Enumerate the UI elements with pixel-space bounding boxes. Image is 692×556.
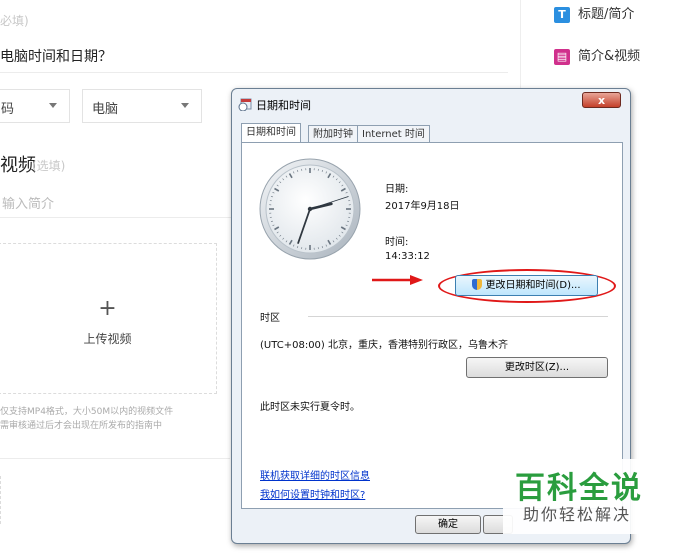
timezone-value: (UTC+08:00) 北京，重庆，香港特别行政区，乌鲁木齐 <box>260 340 509 351</box>
nav-item-label: 标题/简介 <box>578 7 635 22</box>
required-hint: 必填) <box>0 14 29 28</box>
analog-clock-icon <box>259 158 361 260</box>
date-value: 2017年9月18日 <box>385 201 460 212</box>
divider <box>0 72 508 73</box>
upload-note-1: 仅支持MP4格式，大小50M以内的视频文件 <box>0 407 174 417</box>
upload-note-2: 需审核通过后才会出现在所发布的指南中 <box>0 421 163 431</box>
tab-internet-time[interactable]: Internet 时间 <box>357 125 430 143</box>
nav-item-video[interactable]: ▤ 简介&视频 <box>554 48 684 66</box>
clock-calendar-icon <box>238 96 252 112</box>
how-to-set-link[interactable]: 我如何设置时钟和时区? <box>260 486 365 501</box>
divider <box>0 458 230 459</box>
plus-icon: + <box>98 296 117 321</box>
select-device-value: 电脑 <box>92 102 119 117</box>
timezone-header: 时区 <box>260 313 280 324</box>
title-icon: T <box>554 7 570 23</box>
divider <box>0 476 3 524</box>
tab-additional-clocks[interactable]: 附加时钟 <box>308 125 358 143</box>
nav-item-label: 简介&视频 <box>578 49 641 64</box>
upload-label: 上传视频 <box>83 332 132 346</box>
time-value: 14:33:12 <box>385 251 430 262</box>
video-intro-input[interactable]: 输入简介 <box>2 193 54 212</box>
select-brand[interactable]: 码 <box>0 89 70 123</box>
change-timezone-button[interactable]: 更改时区(Z)... <box>466 357 608 378</box>
select-device[interactable]: 电脑 <box>82 89 202 123</box>
close-button[interactable]: x <box>582 92 621 108</box>
video-section-title: 视频 <box>0 155 36 176</box>
arrow-right-icon <box>372 275 423 285</box>
change-datetime-label: 更改日期和时间(D)... <box>485 280 581 291</box>
upload-video-area[interactable]: + 上传视频 <box>0 243 217 394</box>
date-label: 日期: <box>385 184 409 195</box>
nav-item-title[interactable]: T 标题/简介 <box>554 6 684 24</box>
ok-button[interactable]: 确定 <box>415 515 481 534</box>
video-optional-hint: (选填) <box>32 159 66 173</box>
select-brand-value: 码 <box>1 102 15 117</box>
timezone-info-link[interactable]: 联机获取详细的时区信息 <box>260 467 370 482</box>
watermark: 百科全说 助你轻松解决 <box>503 459 665 534</box>
watermark-subtitle: 助你轻松解决 <box>523 505 632 524</box>
tab-datetime[interactable]: 日期和时间 <box>241 123 301 143</box>
time-label: 时间: <box>385 237 409 248</box>
chevron-down-icon <box>181 103 189 108</box>
list-icon: ▤ <box>554 49 570 65</box>
change-datetime-button[interactable]: 更改日期和时间(D)... <box>455 275 598 296</box>
dialog-title: 日期和时间 <box>256 99 311 112</box>
chevron-down-icon <box>49 103 57 108</box>
shield-icon <box>472 279 483 290</box>
tab-panel: 日期: 2017年9月18日 时间: 14:33:12 更改日期和时间(D)..… <box>241 142 623 509</box>
dst-note: 此时区未实行夏令时。 <box>260 402 360 413</box>
divider <box>308 316 608 317</box>
question-text: 电脑时间和日期？ <box>0 49 112 65</box>
